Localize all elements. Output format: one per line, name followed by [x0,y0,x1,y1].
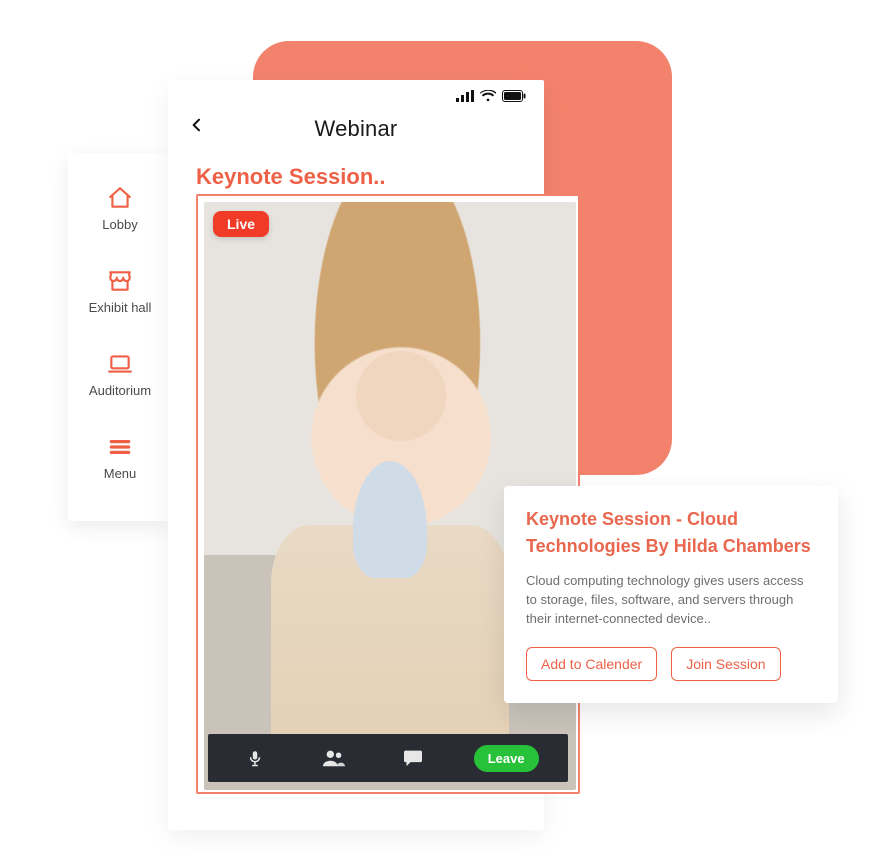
store-icon [106,268,134,294]
call-toolbar: Leave [208,734,568,782]
home-icon [106,185,134,211]
chat-button[interactable] [395,740,431,776]
sidenav-item-exhibit-hall[interactable]: Exhibit hall [68,254,172,337]
laptop-icon [106,351,134,377]
sidenav-item-auditorium[interactable]: Auditorium [68,337,172,420]
session-details-card: Keynote Session - Cloud Technologies By … [504,486,838,703]
sidenav-item-label: Exhibit hall [89,300,152,315]
mic-icon [246,748,264,768]
sidenav-item-label: Menu [104,466,137,481]
sidenav-item-lobby[interactable]: Lobby [68,171,172,254]
chat-icon [403,749,423,767]
sidenav-item-menu[interactable]: Menu [68,420,172,503]
mic-button[interactable] [237,740,273,776]
leave-button[interactable]: Leave [474,745,539,772]
side-nav: Lobby Exhibit hall Auditorium Menu [68,153,172,521]
session-actions: Add to Calender Join Session [526,647,816,681]
join-session-button[interactable]: Join Session [671,647,780,681]
sidenav-item-label: Auditorium [89,383,151,398]
back-button[interactable] [184,112,210,138]
session-details-description: Cloud computing technology gives users a… [526,572,816,629]
menu-icon [106,434,134,460]
add-to-calendar-button[interactable]: Add to Calender [526,647,657,681]
session-label: Keynote Session.. [168,150,544,198]
sidenav-item-label: Lobby [102,217,137,232]
people-icon [323,749,345,767]
live-badge: Live [213,211,269,237]
session-details-title: Keynote Session - Cloud Technologies By … [526,506,816,560]
phone-title: Webinar [168,116,544,142]
phone-header: Webinar [168,80,544,150]
participants-button[interactable] [316,740,352,776]
